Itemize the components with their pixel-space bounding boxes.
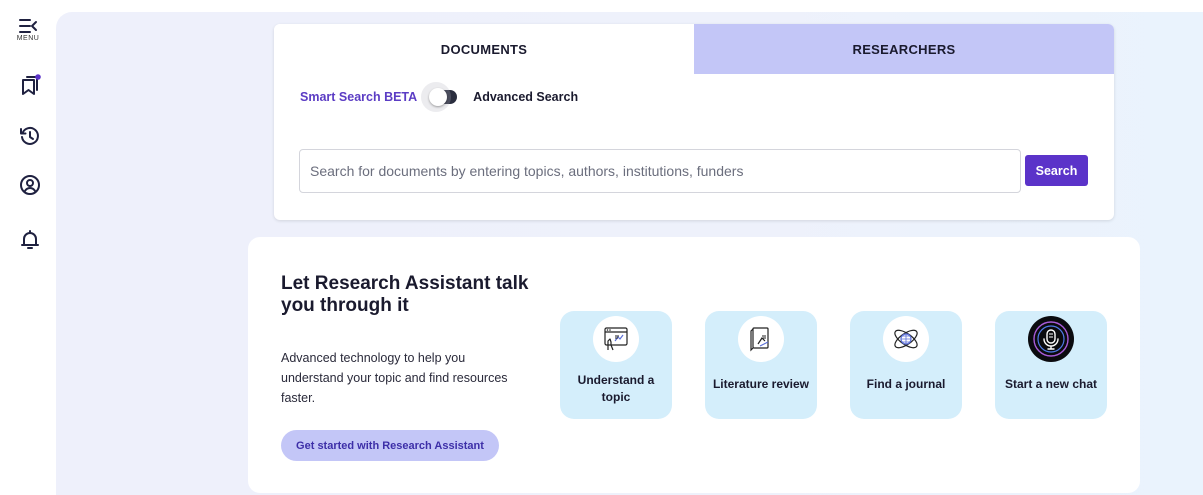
- search-card: DOCUMENTS RESEARCHERS Smart Search BETA …: [274, 24, 1114, 220]
- topic-screen-icon: [593, 316, 639, 362]
- search-button[interactable]: Search: [1025, 155, 1088, 186]
- sidebar-item-notifications[interactable]: [18, 228, 42, 252]
- search-mode-toggle[interactable]: [421, 82, 458, 112]
- get-started-button[interactable]: Get started with Research Assistant: [281, 430, 499, 461]
- history-icon: [20, 126, 39, 145]
- microphone-icon: [1028, 316, 1074, 362]
- sidebar-item-bookmarks[interactable]: [18, 74, 42, 98]
- advanced-search-label: Advanced Search: [473, 90, 579, 104]
- tile-understand-topic[interactable]: Understand a topic: [560, 311, 672, 419]
- document-review-icon: [738, 316, 784, 362]
- tile-literature-review[interactable]: Literature review: [705, 311, 817, 419]
- menu-button[interactable]: MENU: [8, 18, 48, 42]
- tab-documents[interactable]: DOCUMENTS: [274, 24, 694, 74]
- research-assistant-panel: Let Research Assistant talk you through …: [248, 237, 1140, 493]
- sidebar-item-profile[interactable]: [18, 173, 42, 197]
- tile-label: Find a journal: [866, 377, 946, 391]
- tile-label: Literature review: [712, 377, 810, 391]
- tile-label: Understand a topic: [577, 373, 655, 404]
- search-input[interactable]: [299, 149, 1021, 193]
- assistant-description: Advanced technology to help you understa…: [281, 351, 508, 405]
- atom-globe-icon: [883, 316, 929, 362]
- bookmark-icon: [22, 74, 41, 95]
- profile-icon: [20, 175, 40, 195]
- sidebar-item-history[interactable]: [18, 124, 42, 148]
- bell-icon: [21, 230, 39, 249]
- menu-label: MENU: [16, 35, 40, 42]
- sidebar: MENU: [0, 0, 56, 495]
- tile-label: Start a new chat: [1004, 377, 1098, 391]
- tile-find-journal[interactable]: Find a journal: [850, 311, 962, 419]
- menu-collapse-icon: [19, 19, 37, 33]
- main-content: DOCUMENTS RESEARCHERS Smart Search BETA …: [56, 12, 1203, 495]
- search-tabs: DOCUMENTS RESEARCHERS: [274, 24, 1114, 74]
- search-mode-toggle-row: Smart Search BETA Advanced Search: [300, 82, 579, 112]
- tile-start-chat[interactable]: Start a new chat: [995, 311, 1107, 419]
- smart-search-label: Smart Search BETA: [300, 90, 418, 104]
- assistant-title: Let Research Assistant talk you through …: [281, 273, 529, 316]
- tab-researchers[interactable]: RESEARCHERS: [694, 24, 1114, 74]
